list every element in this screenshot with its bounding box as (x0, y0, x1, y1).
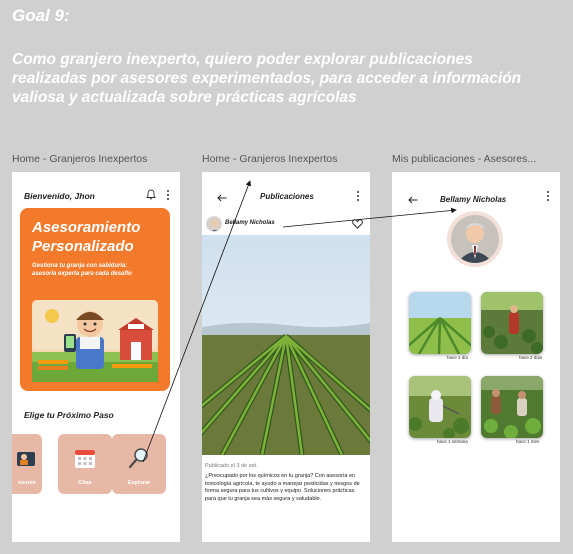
post-thumbnail-4[interactable] (481, 376, 543, 438)
more-options-icon[interactable] (166, 190, 170, 202)
greeting: Bienvenido, Jhon (24, 191, 95, 201)
publication-date: Publicado el 3 de set. (205, 463, 258, 469)
frame-label-home-1: Home - Granjeros Inexpertos (12, 153, 148, 165)
banner-subtitle: Gestiona tu granja con sabiduría: asesor… (32, 263, 132, 277)
advisor-icon (17, 452, 35, 466)
post-caption-3: hace 1 semana (437, 439, 468, 444)
farmer-illustration (32, 300, 158, 382)
card-explore-label: Explorar (127, 480, 151, 486)
more-options-icon[interactable] (356, 191, 360, 203)
bell-icon[interactable] (146, 189, 156, 200)
advisor-posts-screen: Bellamy Nicholas hace 1 día hace 2 días … (392, 172, 560, 542)
frame-label-my-posts: Mis publicaciones - Asesores... (392, 153, 537, 165)
card-explore[interactable]: Explorar (112, 434, 166, 494)
advisor-name: Bellamy Nicholas (440, 195, 507, 204)
post-caption-4: hace 1 mes (516, 439, 540, 444)
author-avatar[interactable] (206, 216, 222, 232)
home-screen: Bienvenido, Jhon Asesoramiento Personali… (12, 172, 180, 542)
section-title: Elige tu Próximo Paso (24, 410, 114, 420)
back-arrow-icon[interactable] (408, 196, 418, 204)
frame-label-home-2: Home - Granjeros Inexpertos (202, 153, 338, 165)
calendar-icon (75, 450, 95, 468)
heart-icon[interactable] (352, 219, 363, 229)
page-title: Publicaciones (260, 192, 314, 201)
search-icon (128, 448, 148, 469)
post-caption-2: hace 2 días (519, 355, 543, 360)
post-thumbnail-2[interactable] (481, 292, 543, 354)
publication-body: ¿Preocupado por los químicos en tu granj… (205, 473, 360, 502)
goal-title: Goal 9: (12, 6, 70, 25)
card-appointments-label: Citas (78, 480, 92, 486)
publication-photo[interactable] (202, 235, 370, 455)
post-thumbnail-1[interactable] (409, 292, 471, 354)
advisor-avatar (447, 211, 503, 267)
card-advisors[interactable]: esores (12, 434, 42, 494)
card-advisors-label: esores (18, 480, 36, 486)
goal-description: Como granjero inexperto, quiero poder ex… (12, 51, 522, 106)
card-appointments[interactable]: Citas (58, 434, 112, 494)
post-caption-1: hace 1 día (447, 355, 469, 360)
back-arrow-icon[interactable] (217, 194, 227, 202)
advisory-banner[interactable]: Asesoramiento Personalizado Gestiona tu … (20, 208, 170, 391)
author-name[interactable]: Bellamy Nicholas (225, 220, 275, 226)
publications-screen: Publicaciones Bellamy Nicholas Publicado… (202, 172, 370, 542)
more-options-icon[interactable] (546, 191, 550, 203)
banner-title: Asesoramiento Personalizado (32, 219, 141, 255)
post-thumbnail-3[interactable] (409, 376, 471, 438)
